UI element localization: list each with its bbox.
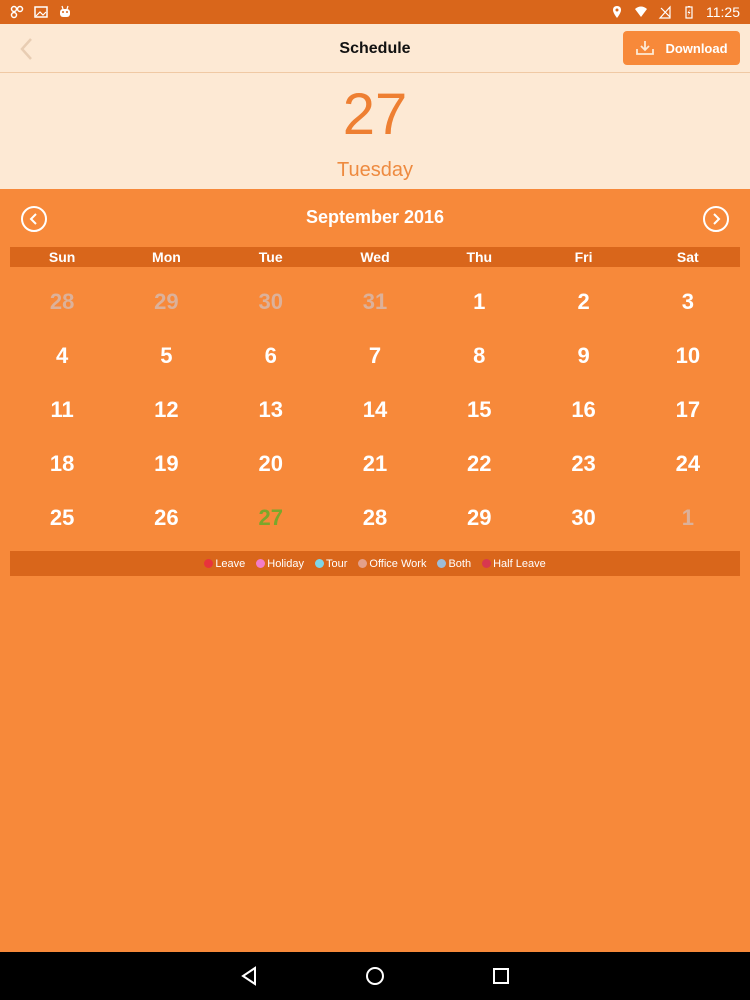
legend-label: Half Leave: [493, 557, 546, 570]
next-month-button[interactable]: [703, 206, 729, 232]
selected-date-panel: 27 Tuesday: [0, 73, 750, 189]
download-label: Download: [665, 40, 728, 56]
legend-item: Both: [437, 558, 471, 570]
legend-item: Half Leave: [482, 558, 546, 570]
weekday-tue: Tue: [258, 249, 283, 265]
calendar-day[interactable]: 1: [427, 275, 531, 329]
battery-charging-icon: [685, 6, 693, 19]
calendar-day[interactable]: 28: [10, 275, 114, 329]
status-bar: 11:25: [0, 0, 750, 24]
month-navigation: September 2016: [0, 189, 750, 247]
calendar-day[interactable]: 31: [323, 275, 427, 329]
legend-label: Office Work: [369, 557, 427, 570]
legend-dot-icon: [204, 559, 214, 568]
weekday-mon: Mon: [152, 249, 181, 265]
calendar-day[interactable]: 3: [636, 275, 740, 329]
calendar-day[interactable]: 11: [10, 383, 114, 437]
legend-label: Holiday: [267, 557, 304, 570]
calendar-day[interactable]: 13: [219, 383, 323, 437]
wifi-icon: [635, 6, 647, 17]
circle-home-icon: [366, 967, 384, 985]
legend-dot-icon: [437, 559, 447, 568]
selected-weekday: Tuesday: [337, 159, 413, 181]
calendar-day[interactable]: 6: [219, 329, 323, 383]
calendar-day[interactable]: 19: [114, 437, 218, 491]
image-icon: [34, 6, 48, 18]
legend-dot-icon: [482, 559, 492, 568]
weekday-thu: Thu: [466, 249, 493, 265]
triangle-back-icon: [241, 966, 256, 986]
legend-label: Leave: [215, 557, 246, 570]
calendar-day[interactable]: 22: [427, 437, 531, 491]
calendar-day[interactable]: 21: [323, 437, 427, 491]
calendar-day[interactable]: 14: [323, 383, 427, 437]
selected-day: 27: [342, 82, 408, 147]
home-button[interactable]: [362, 963, 388, 989]
calendar-day[interactable]: 17: [636, 383, 740, 437]
recents-button[interactable]: [488, 963, 514, 989]
calendar-day[interactable]: 20: [219, 437, 323, 491]
chevron-left-icon: [20, 38, 32, 60]
calendar-day-today[interactable]: 27: [219, 491, 323, 545]
calendar-day[interactable]: 18: [10, 437, 114, 491]
legend: Leave Holiday Tour Office Work Both Half Leav…: [10, 551, 740, 576]
calendar-day[interactable]: 12: [114, 383, 218, 437]
calendar-day[interactable]: 15: [427, 383, 531, 437]
calendar-day[interactable]: 29: [114, 275, 218, 329]
download-button[interactable]: Download: [623, 31, 740, 65]
weekday-header: Sun Mon Tue Wed Thu Fri Sat: [10, 247, 740, 267]
calendar-day[interactable]: 28: [323, 491, 427, 545]
system-nav-bar: [0, 952, 750, 1000]
cloverleaf-icon: [10, 5, 24, 19]
no-signal-icon: [658, 5, 671, 19]
calendar-day[interactable]: 24: [636, 437, 740, 491]
legend-item: Holiday: [256, 558, 304, 570]
legend-dot-icon: [314, 559, 324, 568]
calendar-day[interactable]: 16: [531, 383, 635, 437]
legend-dot-icon: [358, 559, 368, 568]
back-button[interactable]: [10, 33, 42, 65]
download-icon: [636, 41, 655, 55]
calendar-day[interactable]: 5: [114, 329, 218, 383]
calendar-day[interactable]: 29: [427, 491, 531, 545]
calendar-day[interactable]: 9: [531, 329, 635, 383]
calendar-day[interactable]: 23: [531, 437, 635, 491]
legend-item: Leave: [204, 558, 245, 570]
month-title: September 2016: [305, 207, 445, 227]
location-icon: [613, 6, 621, 18]
legend-dot-icon: [256, 559, 266, 568]
calendar-day[interactable]: 25: [10, 491, 114, 545]
legend-label: Tour: [325, 557, 348, 570]
calendar-grid: 28 29 30 31 1 2 3 4 5 6 7 8 9 10 11 12 13 14 15 16 17 18 19 20 2…: [10, 275, 740, 545]
calendar-day[interactable]: 30: [219, 275, 323, 329]
calendar-day[interactable]: 26: [114, 491, 218, 545]
android-icon: [60, 5, 70, 17]
legend-item: Tour: [314, 557, 348, 570]
square-recents-icon: [493, 968, 509, 984]
weekday-wed: Wed: [360, 249, 390, 265]
calendar-day[interactable]: 8: [427, 329, 531, 383]
calendar-day[interactable]: 4: [10, 329, 114, 383]
chevron-left-icon: [29, 213, 37, 225]
legend-label: Both: [448, 557, 472, 570]
system-back-button[interactable]: [236, 963, 262, 989]
calendar-day[interactable]: 30: [531, 491, 635, 545]
chevron-right-icon: [713, 213, 721, 225]
calendar-day[interactable]: 1: [636, 491, 740, 545]
weekday-sun: Sun: [48, 249, 76, 265]
prev-month-button[interactable]: [21, 206, 47, 232]
status-time: 11:25: [706, 4, 740, 20]
calendar-day[interactable]: 10: [636, 329, 740, 383]
weekday-fri: Fri: [574, 249, 593, 265]
calendar-day[interactable]: 2: [531, 275, 635, 329]
calendar-day[interactable]: 7: [323, 329, 427, 383]
legend-item: Office Work: [358, 558, 426, 570]
weekday-sat: Sat: [676, 249, 699, 265]
app-bar: Schedule Download: [0, 24, 750, 73]
